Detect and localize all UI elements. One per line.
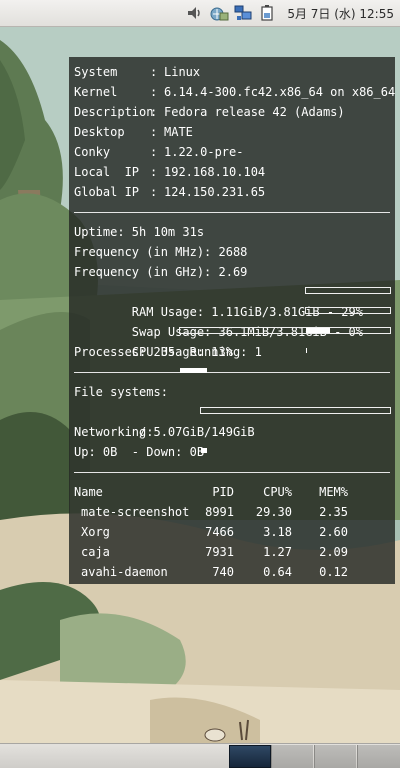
process-name: Xorg bbox=[81, 525, 110, 539]
network-traffic: Up: 0B - Down: 0B bbox=[74, 445, 205, 459]
ram-usage-bar bbox=[305, 287, 391, 333]
table-row: avahi-daemon 740 0.64 0.12 bbox=[74, 562, 390, 582]
battery-icon[interactable] bbox=[257, 3, 277, 23]
clock[interactable]: 5月 7日 (水) 12:55 bbox=[287, 5, 394, 22]
workspace-2[interactable] bbox=[271, 745, 313, 768]
info-row-desktop: Desktop: MATE bbox=[74, 125, 193, 139]
conky-monitor: System: Linux Kernel:6.14.4-300.fc42.x86_… bbox=[69, 57, 395, 584]
process-table: Name PID CPU% MEM% mate-screenshot 8991 … bbox=[74, 482, 390, 582]
process-cpu: 29.30 bbox=[255, 505, 292, 519]
cpu-usage-bar-fill bbox=[180, 368, 208, 373]
swap-usage-row: Swap Usage: 36.1MiB/3.81GiB - 0% bbox=[74, 302, 391, 353]
info-row-local-ip: Local IP:192.168.10.104 bbox=[74, 165, 266, 179]
table-row: caja 7931 1.27 2.09 bbox=[74, 542, 390, 562]
process-mem: 2.35 bbox=[319, 505, 348, 519]
workspace-4[interactable] bbox=[357, 745, 400, 768]
swap-usage-bar bbox=[305, 307, 391, 353]
process-pid: 740 bbox=[212, 565, 234, 579]
top-panel: 5月 7日 (水) 12:55 bbox=[0, 0, 400, 27]
divider bbox=[74, 212, 390, 213]
filesystem-root-row: / 5.07GiB/149GiB bbox=[74, 402, 391, 453]
filesystem-root-bar bbox=[200, 407, 391, 453]
file-systems-label: File systems: bbox=[74, 385, 168, 399]
info-row-conky: Conky:1.22.0-pre- bbox=[74, 145, 244, 159]
info-row-kernel: Kernel:6.14.4-300.fc42.x86_64 on x86_64 bbox=[74, 85, 396, 99]
process-pid: 7466 bbox=[205, 525, 234, 539]
column-header-name: Name bbox=[74, 485, 103, 499]
networking-label: Networking: bbox=[74, 425, 154, 439]
cpu-usage-row: CPU Usage: 13% bbox=[74, 322, 391, 373]
process-mem: 2.60 bbox=[319, 525, 348, 539]
info-row-description: Description: Fedora release 42 (Adams) bbox=[74, 105, 345, 119]
uptime: Uptime: 5h 10m 31s bbox=[74, 225, 205, 239]
system-info-section: System: Linux Kernel:6.14.4-300.fc42.x86_… bbox=[74, 62, 396, 202]
workspace-3[interactable] bbox=[314, 745, 356, 768]
process-name: caja bbox=[81, 545, 110, 559]
process-name: avahi-daemon bbox=[81, 565, 168, 579]
process-mem: 2.09 bbox=[319, 545, 348, 559]
processes: Processes: 235 Running: 1 bbox=[74, 345, 262, 359]
table-row: Xorg 7466 3.18 2.60 bbox=[74, 522, 390, 542]
network-icon[interactable] bbox=[233, 3, 253, 23]
info-row-global-ip: Global IP:124.150.231.65 bbox=[74, 185, 266, 199]
bottom-panel bbox=[0, 743, 400, 768]
info-row-system: System: Linux bbox=[74, 65, 201, 79]
process-cpu: 1.27 bbox=[263, 545, 292, 559]
process-name: mate-screenshot bbox=[81, 505, 190, 519]
process-mem: 0.12 bbox=[319, 565, 348, 579]
storage-network-section: File systems: / 5.07GiB/149GiB Networkin… bbox=[74, 382, 391, 462]
workspace-1[interactable] bbox=[229, 745, 271, 768]
volume-icon[interactable] bbox=[185, 3, 205, 23]
process-cpu: 0.64 bbox=[263, 565, 292, 579]
process-pid: 7931 bbox=[205, 545, 234, 559]
stats-section: Uptime: 5h 10m 31s Frequency (in MHz): 2… bbox=[74, 222, 391, 373]
desktop: 5月 7日 (水) 12:55 System: Linux Kernel:6.14… bbox=[0, 0, 400, 768]
process-pid: 8991 bbox=[205, 505, 234, 519]
network-manager-icon[interactable] bbox=[209, 3, 229, 23]
process-cpu: 3.18 bbox=[263, 525, 292, 539]
ram-usage-row: RAM Usage: 1.11GiB/3.81GiB - 29% bbox=[74, 282, 391, 333]
frequency-mhz: Frequency (in MHz): 2688 bbox=[74, 245, 248, 259]
table-row: mate-screenshot 8991 29.30 2.35 bbox=[74, 502, 390, 522]
cpu-usage-bar bbox=[179, 327, 391, 373]
frequency-ghz: Frequency (in GHz): 2.69 bbox=[74, 265, 248, 279]
